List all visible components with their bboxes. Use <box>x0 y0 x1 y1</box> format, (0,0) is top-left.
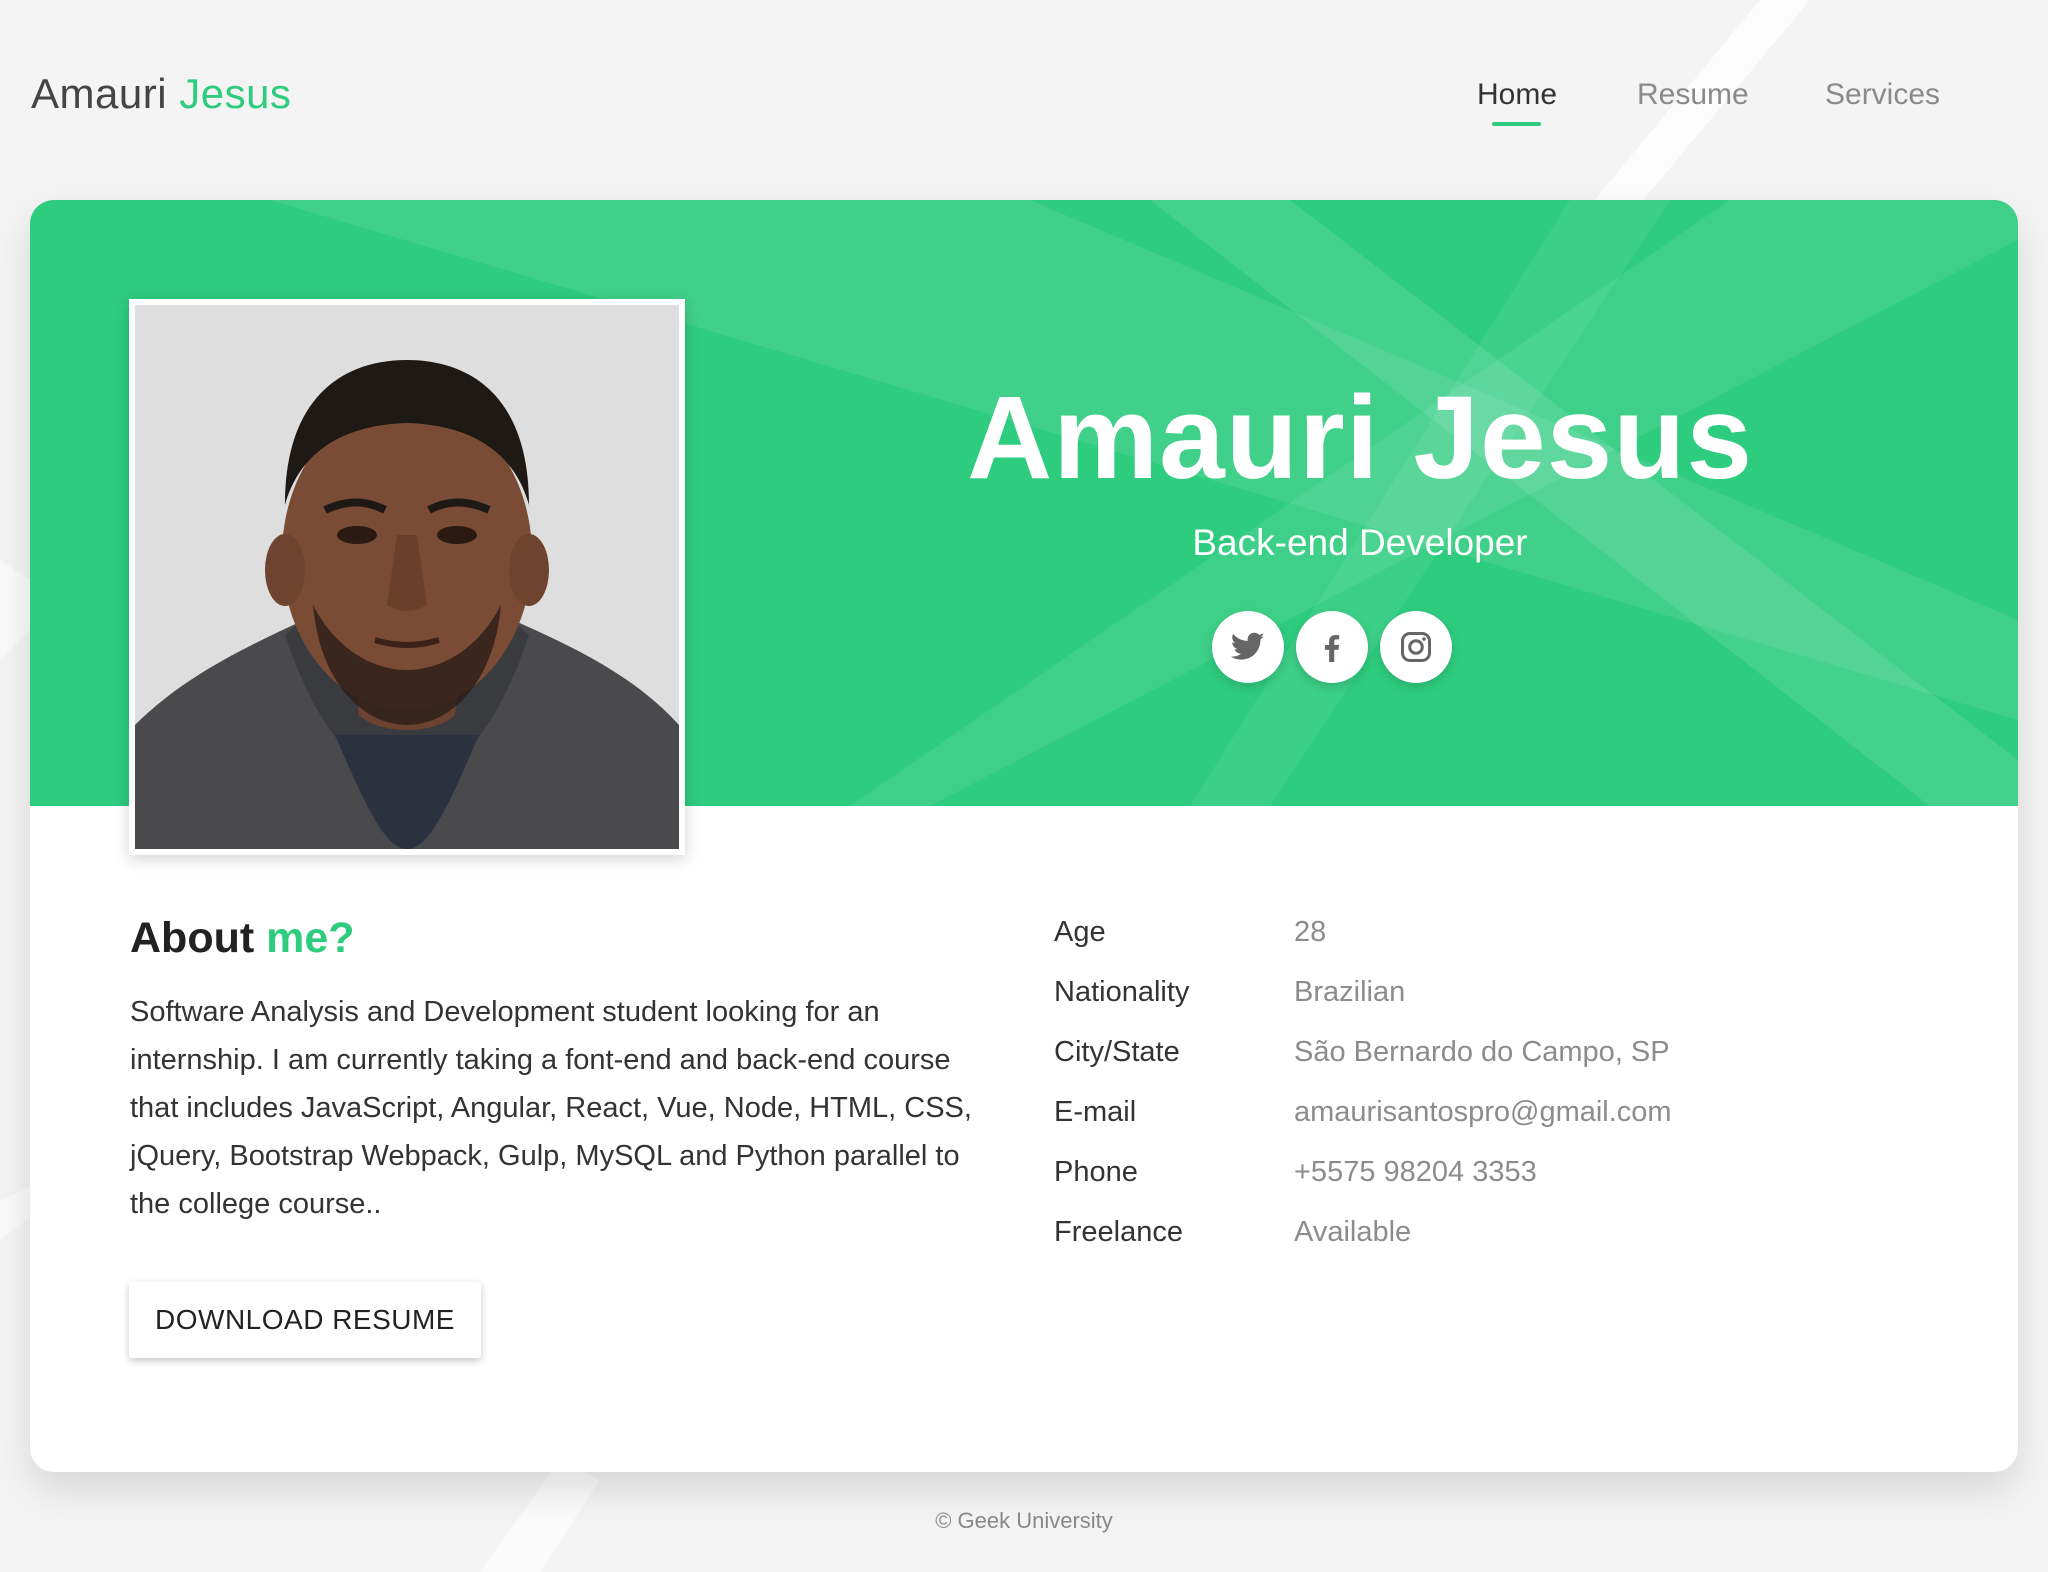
about-description: Software Analysis and Development studen… <box>130 996 972 1220</box>
info-value: Available <box>1294 1216 1412 1248</box>
info-value: Brazilian <box>1294 976 1406 1008</box>
info-value: 28 <box>1294 916 1327 948</box>
logo-last-name: Jesus <box>179 70 292 117</box>
instagram-icon <box>1401 632 1431 662</box>
info-value: São Bernardo do Campo, SP <box>1294 1036 1670 1068</box>
profile-card: Amauri Jesus Back-end Developer About me… <box>30 200 2018 1472</box>
facebook-icon <box>1324 635 1340 662</box>
info-label: E-mail <box>1054 1096 1137 1128</box>
nav-active-indicator <box>1492 122 1541 126</box>
logo-first-name: Amauri <box>31 70 168 117</box>
info-row-email: E-mail amaurisantospro@gmail.com <box>1054 1096 1954 1136</box>
email-link[interactable]: amaurisantospro@gmail.com <box>1294 1096 1672 1129</box>
nav-resume[interactable]: Resume <box>1637 78 1749 112</box>
footer-copyright: © Geek University <box>935 1508 1113 1533</box>
hero-role: Back-end Developer <box>1192 522 1528 563</box>
profile-photo-image <box>135 305 679 849</box>
site-logo[interactable]: Amauri Jesus <box>31 70 291 118</box>
info-row-phone: Phone +5575 98204 3353 <box>1054 1156 1954 1196</box>
about-title: About me? <box>130 914 355 963</box>
info-row-nationality: Nationality Brazilian <box>1054 976 1954 1016</box>
hero-name: Amauri Jesus <box>967 372 1753 504</box>
info-label: Phone <box>1054 1156 1138 1188</box>
profile-photo <box>129 299 685 855</box>
facebook-link[interactable] <box>1296 611 1368 683</box>
about-title-first: About <box>130 914 255 962</box>
download-resume-button[interactable]: DOWNLOAD RESUME <box>129 1282 481 1358</box>
info-label: Freelance <box>1054 1216 1183 1248</box>
twitter-icon <box>1230 632 1265 660</box>
instagram-link[interactable] <box>1380 611 1452 683</box>
info-label: Nationality <box>1054 976 1190 1008</box>
nav-home[interactable]: Home <box>1477 78 1557 112</box>
info-row-freelance: Freelance Available <box>1054 1216 1954 1256</box>
about-title-accent: me? <box>266 914 355 962</box>
info-label: City/State <box>1054 1036 1180 1068</box>
twitter-link[interactable] <box>1212 611 1284 683</box>
info-row-city-state: City/State São Bernardo do Campo, SP <box>1054 1036 1954 1076</box>
info-row-age: Age 28 <box>1054 916 1954 956</box>
info-label: Age <box>1054 916 1106 948</box>
nav-services[interactable]: Services <box>1825 78 1940 112</box>
info-value: +5575 98204 3353 <box>1294 1156 1537 1188</box>
